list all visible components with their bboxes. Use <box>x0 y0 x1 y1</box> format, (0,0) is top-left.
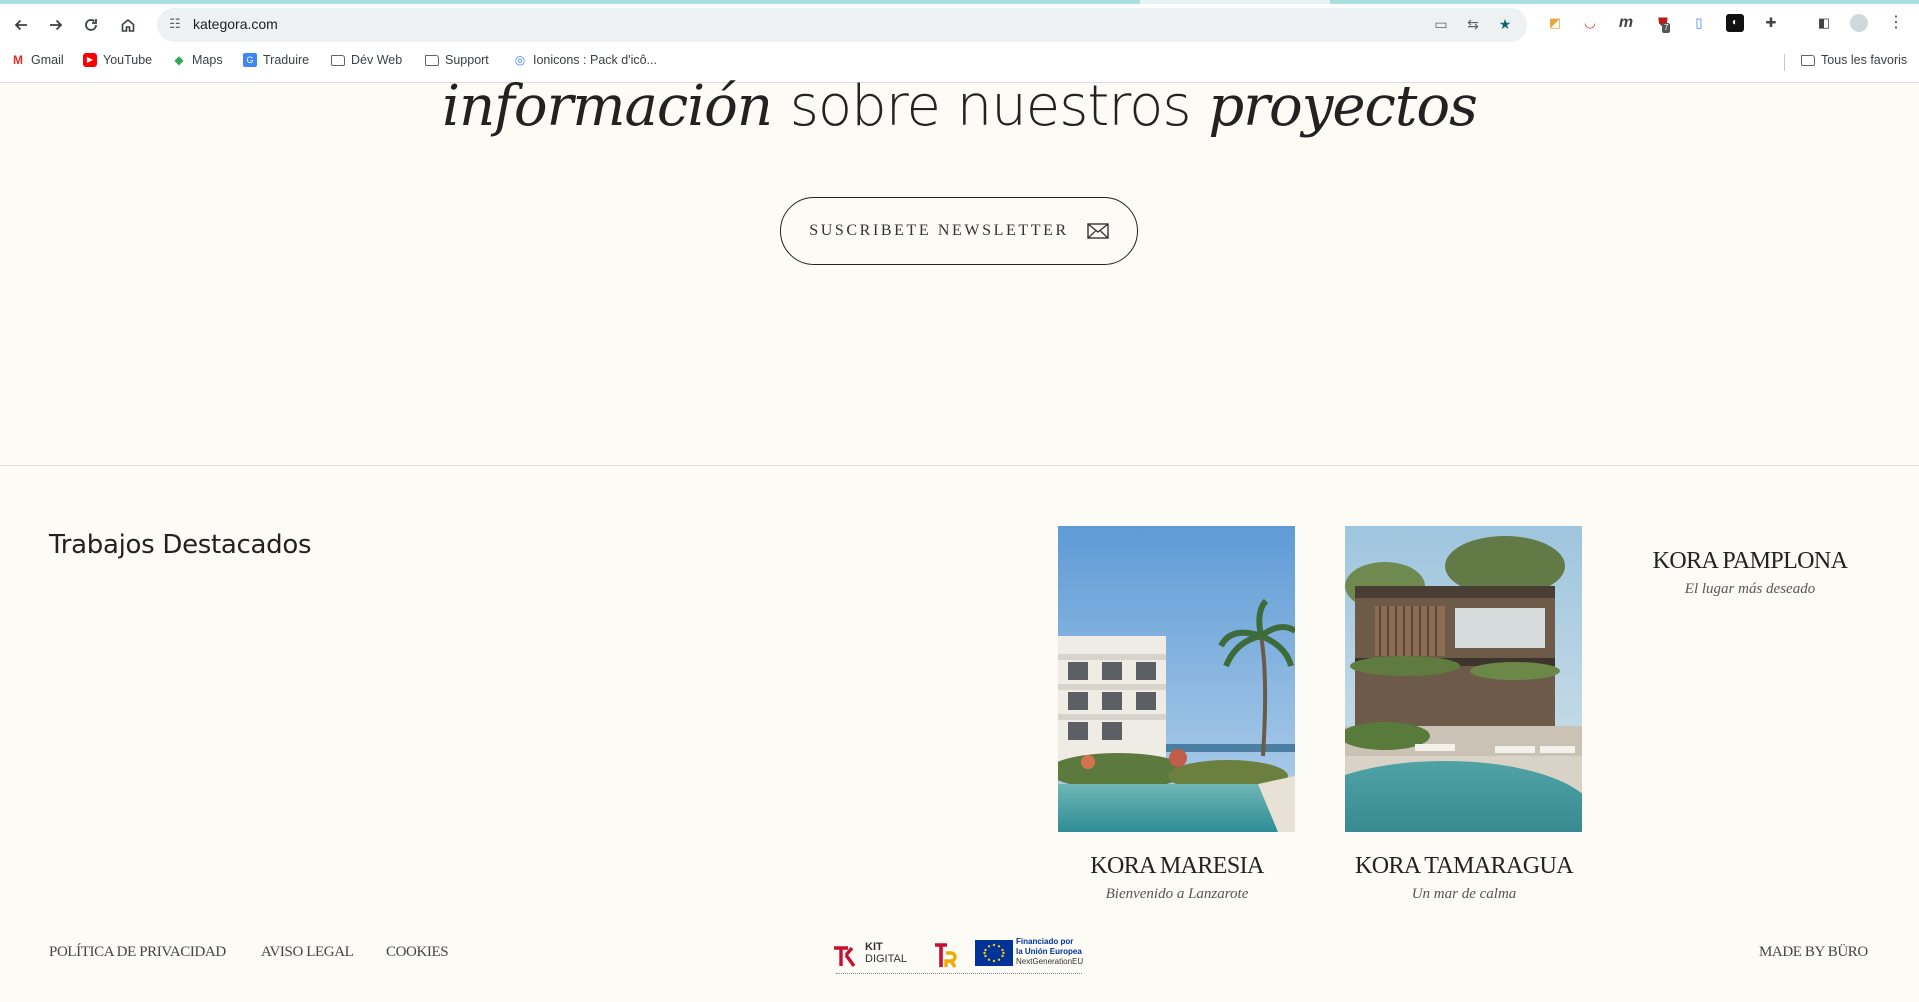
translate-icon: G <box>243 53 257 67</box>
folder-icon <box>425 54 439 66</box>
folder-icon <box>1801 54 1815 66</box>
footer-link-cookies[interactable]: COOKIES <box>386 944 449 961</box>
project-tagline-kora-tamaragua: Un mar de calma <box>1411 886 1517 902</box>
home-icon <box>121 18 135 32</box>
subscribe-newsletter-label: SUSCRIBETE NEWSLETTER <box>809 222 1069 239</box>
bookmark-star-icon[interactable]: ★ <box>1496 16 1514 34</box>
extension-pocket-icon[interactable]: ◡ <box>1581 14 1599 32</box>
extension-color-icon[interactable]: ◩ <box>1546 14 1564 32</box>
bookmark-label: YouTube <box>103 53 153 67</box>
headline-word-proyectos: proyectos <box>1208 74 1477 139</box>
project-tagline-kora-pamplona: El lugar más deseado <box>1684 581 1816 597</box>
browser-chrome: ☷ kategora.com ▭ ⇆ ★ ◩ ◡ m ⛊ 7 ▯ ◐ ✚ ◧ ⋮… <box>0 0 1919 83</box>
project-name-kora-maresia[interactable]: KORA MARESIA <box>1047 853 1307 880</box>
bookmark-gmail[interactable]: M Gmail <box>11 53 64 67</box>
bookmark-ionicons[interactable]: ◎ Ionicons : Pack d'icô... <box>513 53 657 67</box>
eu-text-line3: NextGenerationEU <box>1016 957 1084 966</box>
digital-text: DIGITAL <box>865 953 907 965</box>
project-image-kora-tamaragua[interactable] <box>1345 526 1582 832</box>
bookmark-traduire[interactable]: G Traduire <box>243 53 309 67</box>
ionicons-icon: ◎ <box>514 53 526 67</box>
reload-icon <box>85 19 97 31</box>
side-panel-icon[interactable]: ◧ <box>1815 14 1833 32</box>
bookmark-label: Dév Web <box>351 53 403 67</box>
bookmark-youtube[interactable]: ▶ YouTube <box>83 53 152 67</box>
newsletter-headline: información sobre nuestros proyectos <box>0 72 1919 142</box>
address-url[interactable]: kategora.com <box>193 16 278 32</box>
kit-digital-mark-icon <box>834 946 856 967</box>
eu-text-line1: Financiado por <box>1016 937 1074 946</box>
back-button[interactable] <box>7 11 35 39</box>
bookmark-folder-support[interactable]: Support <box>425 53 489 67</box>
bookmark-label: Support <box>445 53 489 67</box>
mail-icon <box>1087 223 1109 239</box>
subscribe-newsletter-button[interactable]: SUSCRIBETE NEWSLETTER <box>780 197 1138 265</box>
loading-bar <box>0 0 1919 4</box>
funding-fine-print-line <box>836 973 1082 975</box>
kit-digital-logo: KIT DIGITAL <box>832 941 920 969</box>
bookmark-folder-dev-web[interactable]: Dév Web <box>331 53 402 67</box>
section-divider <box>0 465 1919 466</box>
headline-word-sobre-nuestros: sobre nuestros <box>789 74 1192 139</box>
extension-badge: 7 <box>1662 23 1671 33</box>
all-bookmarks-label: Tous les favoris <box>1821 53 1908 67</box>
bookmarks-bar: M Gmail ▶ YouTube ◆ Maps G Traduire Dév … <box>0 50 1919 74</box>
gmail-icon: M <box>13 53 23 67</box>
extensions-puzzle-icon[interactable]: ✚ <box>1762 14 1780 32</box>
recovery-plan-logo-icon <box>935 943 957 968</box>
funding-logos: KIT DIGITAL Financiado por la Unión Euro… <box>832 937 1086 979</box>
home-button[interactable] <box>114 11 142 39</box>
back-arrow-icon <box>14 19 27 31</box>
translate-page-icon[interactable]: ⇆ <box>1464 16 1482 34</box>
footer-link-privacy[interactable]: POLÍTICA DE PRIVACIDAD <box>49 944 226 961</box>
extension-dark-icon[interactable]: ◐ <box>1726 14 1744 32</box>
eu-funding-text: Financiado por la Unión Europea NextGene… <box>1016 937 1083 967</box>
bookmarks-separator <box>1784 54 1785 71</box>
folder-icon <box>331 54 345 66</box>
project-name-kora-tamaragua[interactable]: KORA TAMARAGUA <box>1334 853 1594 880</box>
forward-button[interactable] <box>42 11 70 39</box>
bookmark-maps[interactable]: ◆ Maps <box>172 53 223 67</box>
extension-m-icon[interactable]: m <box>1617 14 1635 32</box>
project-photo-maresia <box>1058 526 1295 832</box>
address-bar[interactable]: ☷ kategora.com ▭ ⇆ ★ <box>157 8 1527 42</box>
bookmark-label: Gmail <box>31 53 64 67</box>
profile-avatar[interactable] <box>1850 14 1868 32</box>
menu-dots-icon[interactable]: ⋮ <box>1887 14 1905 32</box>
reload-button[interactable] <box>77 11 105 39</box>
extension-shield-icon[interactable]: ⛊ 7 <box>1654 14 1672 33</box>
headline-word-informacion: información <box>442 74 773 139</box>
eu-text-line2: la Unión Europea <box>1016 947 1082 956</box>
bookmark-label: Ionicons : Pack d'icô... <box>533 53 657 67</box>
site-settings-icon[interactable]: ☷ <box>166 16 184 34</box>
maps-icon: ◆ <box>174 53 184 67</box>
footer-credit-link[interactable]: MADE BY BÜRO <box>1759 944 1868 961</box>
project-image-kora-maresia[interactable] <box>1058 526 1295 832</box>
extension-docs-icon[interactable]: ▯ <box>1690 14 1708 32</box>
forward-arrow-icon <box>50 19 63 31</box>
install-app-icon[interactable]: ▭ <box>1432 16 1450 34</box>
featured-works-title: Trabajos Destacados <box>49 530 312 560</box>
bookmark-label: Maps <box>192 53 223 67</box>
project-name-kora-pamplona[interactable]: KORA PAMPLONA <box>1620 548 1880 575</box>
all-bookmarks-button[interactable]: Tous les favoris <box>1801 53 1907 67</box>
kit-text: KIT <box>865 941 883 953</box>
project-tagline-kora-maresia: Bienvenido a Lanzarote <box>1105 886 1249 902</box>
footer-link-legal[interactable]: AVISO LEGAL <box>261 944 354 961</box>
youtube-icon: ▶ <box>83 53 97 67</box>
loading-bar-gap <box>1140 0 1330 4</box>
bookmark-label: Traduire <box>263 53 310 67</box>
project-photo-tamaragua <box>1345 526 1582 832</box>
eu-flag-icon <box>975 940 1013 966</box>
